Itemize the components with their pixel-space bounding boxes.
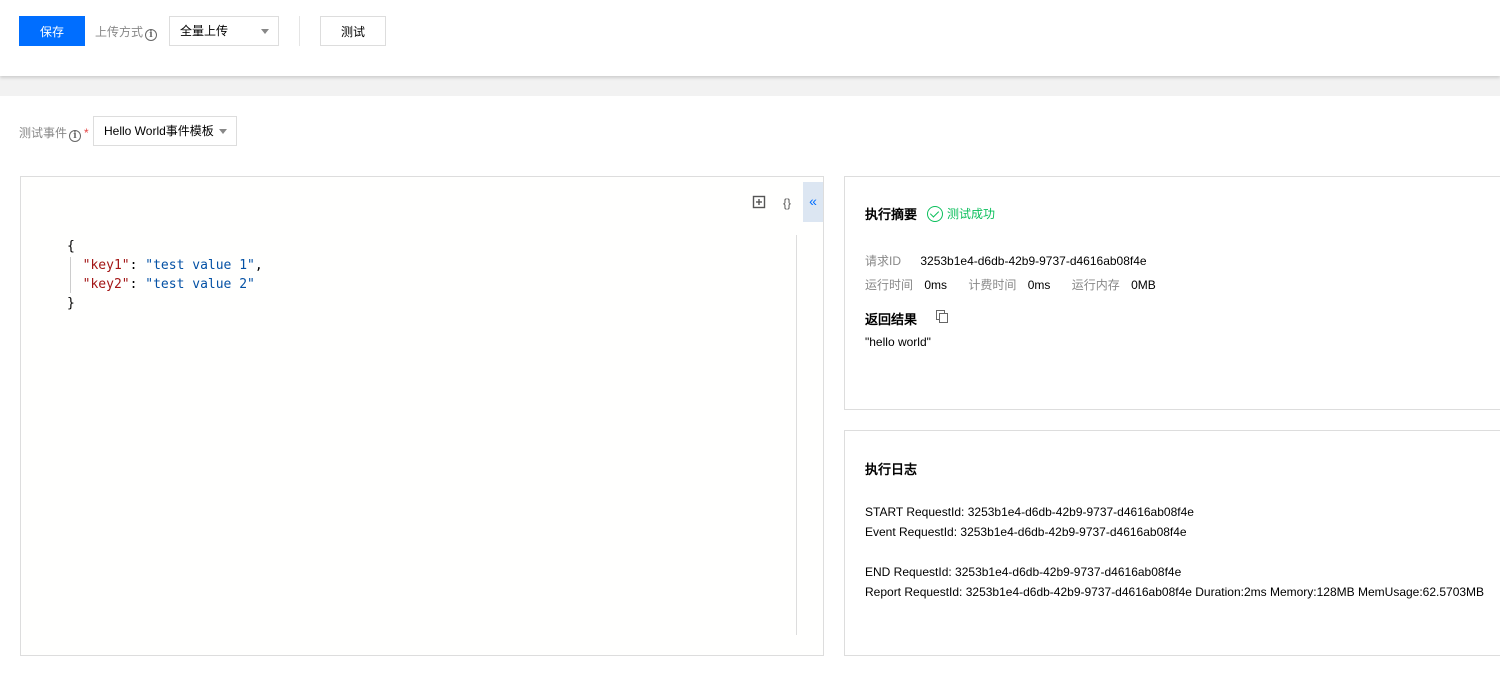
caret-down-icon — [219, 129, 227, 134]
request-id-row: 请求ID 3253b1e4-d6db-42b9-9737-d4616ab08f4… — [865, 252, 1147, 269]
test-event-value: Hello World事件模板 — [104, 124, 214, 138]
info-icon[interactable]: i — [145, 29, 158, 41]
summary-title: 执行摘要 — [865, 207, 918, 222]
event-json-editor[interactable]: {} « { "key1": "test value 1", "key2": "… — [20, 176, 824, 656]
status-text: 测试成功 — [947, 207, 996, 221]
billed-time-value: 0ms — [1027, 278, 1051, 292]
test-event-select[interactable]: Hello World事件模板 — [93, 116, 237, 146]
request-id-label: 请求ID — [865, 254, 902, 268]
upload-method-label-wrap: 上传方式 i — [95, 23, 158, 41]
top-toolbar: 保存 上传方式 i 全量上传 测试 — [0, 0, 1500, 76]
log-lines: START RequestId: 3253b1e4-d6db-42b9-9737… — [865, 502, 1484, 602]
request-id-value: 3253b1e4-d6db-42b9-9737-d4616ab08f4e — [920, 254, 1147, 268]
execution-summary-panel: 执行摘要 测试成功 请求ID 3253b1e4-d6db-42b9-9737-d… — [844, 176, 1500, 410]
memory-value: 0MB — [1131, 278, 1156, 292]
code-line: "key1": "test value 1", — [82, 258, 263, 273]
test-event-label: 测试事件 — [19, 126, 68, 140]
test-event-label-wrap: 测试事件 i * — [19, 124, 89, 142]
format-braces-icon[interactable]: {} — [779, 195, 795, 211]
log-line: START RequestId: 3253b1e4-d6db-42b9-9737… — [865, 505, 1194, 519]
result-value: "hello world" — [865, 335, 931, 349]
run-time-label: 运行时间 — [865, 278, 914, 292]
add-file-icon[interactable] — [751, 195, 767, 211]
billed-time-label: 计费时间 — [968, 278, 1017, 292]
editor-toolbar: {} — [751, 195, 795, 211]
section-separator — [0, 76, 1500, 96]
log-line: Report RequestId: 3253b1e4-d6db-42b9-973… — [865, 585, 1485, 599]
log-line: END RequestId: 3253b1e4-d6db-42b9-9737-d… — [865, 565, 1182, 579]
editor-scrollbar[interactable] — [796, 235, 797, 635]
metrics-row: 运行时间 0ms 计费时间 0ms 运行内存 0MB — [865, 276, 1156, 293]
upload-method-value: 全量上传 — [180, 24, 229, 38]
upload-method-label: 上传方式 — [95, 25, 144, 39]
memory-label: 运行内存 — [1071, 278, 1120, 292]
log-line: Event RequestId: 3253b1e4-d6db-42b9-9737… — [865, 525, 1187, 539]
required-mark: * — [84, 126, 89, 140]
caret-down-icon — [261, 29, 269, 34]
copy-icon[interactable] — [936, 310, 948, 323]
test-button[interactable]: 测试 — [320, 16, 386, 46]
log-title: 执行日志 — [865, 462, 918, 477]
code-line: "key2": "test value 2" — [82, 277, 255, 292]
toolbar-divider — [299, 16, 300, 46]
upload-method-select[interactable]: 全量上传 — [169, 16, 279, 46]
collapse-panel-button[interactable]: « — [803, 182, 823, 222]
status-badge: 测试成功 — [927, 205, 995, 222]
result-title: 返回结果 — [865, 312, 918, 327]
code-content[interactable]: { "key1": "test value 1", "key2": "test … — [67, 237, 263, 313]
code-line: { — [67, 239, 75, 254]
run-time-value: 0ms — [924, 278, 948, 292]
info-icon[interactable]: i — [69, 130, 82, 142]
check-circle-icon — [927, 205, 943, 222]
execution-log-panel: 执行日志 START RequestId: 3253b1e4-d6db-42b9… — [844, 430, 1500, 656]
code-line: } — [67, 296, 75, 311]
save-button[interactable]: 保存 — [19, 16, 85, 46]
